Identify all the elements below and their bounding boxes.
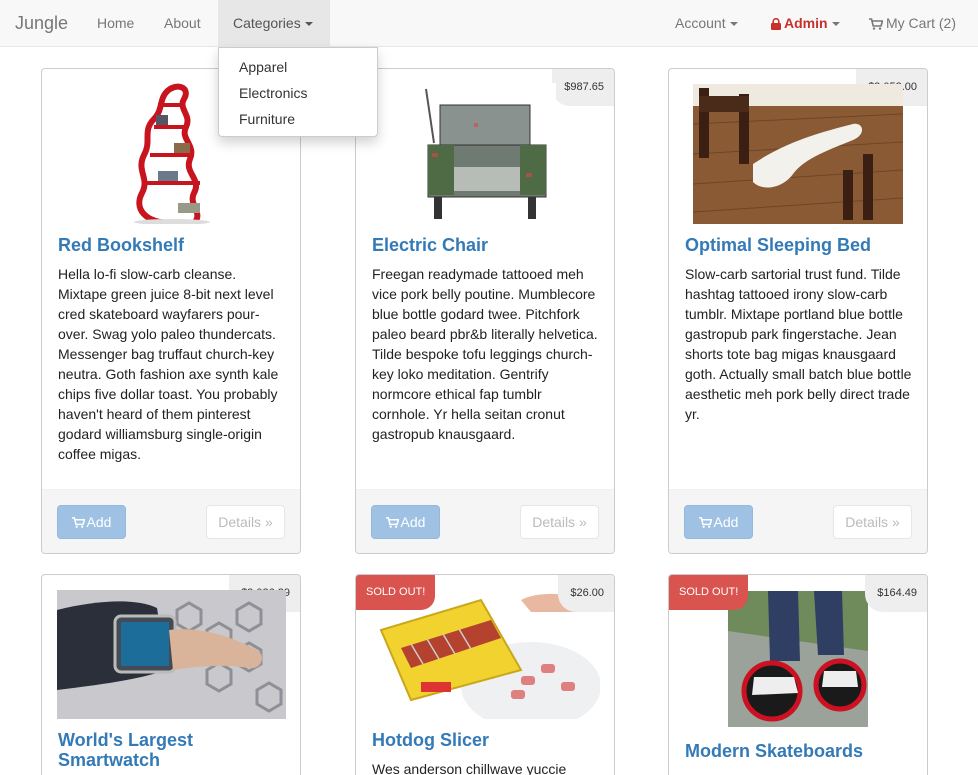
product-image [693,84,903,224]
product-title[interactable]: Modern Skateboards [685,741,915,761]
sold-out-badge: SOLD OUT! [356,575,436,610]
nav-account-label: Account [675,15,726,31]
product-title[interactable]: Red Bookshelf [58,235,288,255]
product-card: $987.65 Electric Chair Freegan readymade… [355,68,615,554]
product-card: SOLD OUT! $26.00 Hotdog Slicer Wes ander… [355,574,615,775]
nav-categories-dropdown[interactable]: Categories [218,0,330,46]
price-badge: $987.65 [552,69,614,106]
product-title[interactable]: Electric Chair [372,235,602,255]
chevron-down-icon [729,22,738,27]
dropdown-item-apparel[interactable]: Apparel [219,54,377,80]
cart-icon [71,517,85,528]
lock-icon [771,18,781,31]
details-button[interactable]: Details » [833,505,912,539]
product-image [57,590,286,719]
chevron-down-icon [304,22,313,27]
nav-cart[interactable]: My Cart (2) [869,0,956,46]
dropdown-item-furniture[interactable]: Furniture [219,106,377,132]
product-card: SOLD OUT! $164.49 Modern Skateboards [668,574,928,775]
nav-about[interactable]: About [164,0,201,46]
product-card: $2,026.29 World's Largest Smartwatch [41,574,301,775]
cart-icon [869,18,883,31]
add-to-cart-button[interactable]: Add [684,505,753,539]
product-card: Red Bookshelf Hella lo-fi slow-carb clea… [41,68,301,554]
product-card: $3,052.00 Optimal Sleeping Bed Slow-carb… [668,68,928,554]
brand-link[interactable]: Jungle [15,13,68,34]
product-title[interactable]: Optimal Sleeping Bed [685,235,915,255]
nav-admin-dropdown[interactable]: Admin [771,0,840,46]
product-description: Hella lo-fi slow-carb cleanse. Mixtape g… [58,266,279,462]
product-image [414,83,556,224]
card-footer: Add Details » [669,489,927,553]
product-image [728,591,868,727]
nav-cart-label: My Cart (2) [886,15,956,31]
nav-categories-label: Categories [233,15,301,31]
details-button[interactable]: Details » [206,505,285,539]
chevron-down-icon [831,22,840,27]
nav-home[interactable]: Home [97,0,134,46]
add-button-label: Add [86,514,112,530]
nav-account-dropdown[interactable]: Account [675,0,738,46]
product-title[interactable]: World's Largest Smartwatch [58,730,288,770]
nav-admin-label: Admin [784,15,828,31]
add-to-cart-button[interactable]: Add [371,505,440,539]
price-badge: $26.00 [558,575,614,612]
product-description: Freegan readymade tattooed meh vice pork… [372,266,598,442]
price-badge: $164.49 [865,575,927,612]
add-button-label: Add [713,514,739,530]
sold-out-badge: SOLD OUT! [669,575,749,610]
product-description: Wes anderson chillwave yuccie [372,761,567,775]
cart-icon [698,517,712,528]
product-image [114,83,230,224]
add-button-label: Add [400,514,426,530]
product-title[interactable]: Hotdog Slicer [372,730,602,750]
details-button[interactable]: Details » [520,505,599,539]
categories-dropdown-menu: Apparel Electronics Furniture [218,47,378,137]
add-to-cart-button[interactable]: Add [57,505,126,539]
navbar: Jungle Home About Categories Account Adm… [0,0,978,47]
dropdown-item-electronics[interactable]: Electronics [219,80,377,106]
cart-icon [385,517,399,528]
card-footer: Add Details » [356,489,614,553]
product-description: Slow-carb sartorial trust fund. Tilde ha… [685,266,912,422]
card-footer: Add Details » [42,489,300,553]
